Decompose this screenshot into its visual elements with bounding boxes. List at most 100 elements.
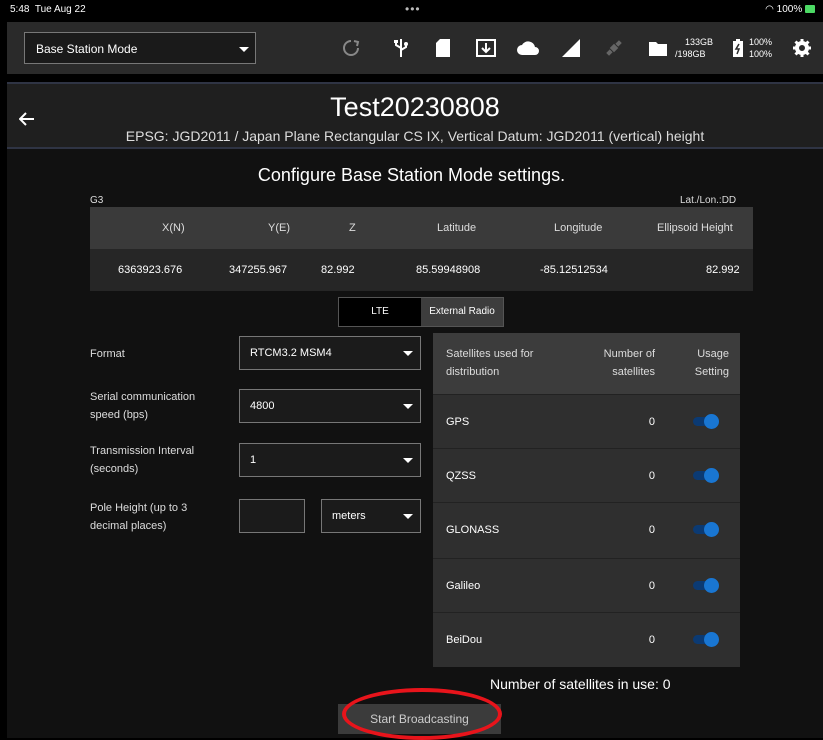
storage-used: 133GB — [685, 37, 714, 47]
toggle-knob — [704, 414, 719, 429]
storage-readout: 133GB /198GB — [675, 36, 713, 60]
battery-percent: 100% — [776, 4, 803, 15]
col-header-usage-line2: Setting — [694, 366, 729, 378]
status-bar: 5:48 Tue Aug 22 ••• ◠ 100% — [0, 0, 823, 22]
cloud-icon[interactable] — [517, 37, 539, 59]
toggle-knob — [704, 578, 719, 593]
satellite-row-gps: GPS 0 — [433, 394, 740, 449]
format-select[interactable]: RTCM3.2 MSM4 — [239, 336, 421, 370]
usage-toggle-beidou[interactable] — [693, 632, 719, 647]
chevron-down-icon — [403, 404, 413, 409]
satellite-name: Galileo — [446, 580, 481, 592]
pole-unit-select[interactable]: meters — [321, 499, 421, 533]
signal-icon — [560, 37, 582, 59]
interval-select[interactable]: 1 — [239, 443, 421, 477]
interval-label-line2: (seconds) — [90, 463, 139, 475]
cell-ellipsoid-height: 82.992 — [706, 264, 740, 276]
satellite-name: GLONASS — [446, 524, 500, 536]
speed-label-line1: Serial communication — [90, 391, 196, 403]
segment-external-radio[interactable]: External Radio — [421, 298, 503, 326]
speed-select[interactable]: 4800 — [239, 389, 421, 423]
pole-unit-value: meters — [332, 510, 366, 522]
satellite-row-glonass: GLONASS 0 — [433, 502, 740, 557]
col-header-number-line1: Number of — [603, 348, 655, 360]
toggle-knob — [704, 632, 719, 647]
satellites-panel: Satellites used for distribution Number … — [433, 333, 740, 667]
col-header-z: Z — [349, 222, 356, 234]
col-header-usage: Usage Setting — [683, 345, 729, 381]
pole-label-line1: Pole Height (up to 3 — [90, 502, 188, 514]
col-header-ellipsoid-height: Ellipsoid Height — [657, 222, 733, 234]
download-box-icon[interactable] — [475, 37, 497, 59]
satellite-name: GPS — [446, 416, 470, 428]
satellite-row-beidou: BeiDou 0 — [433, 612, 740, 667]
interval-select-value: 1 — [250, 454, 257, 466]
status-time: 5:48 — [10, 4, 30, 15]
toggle-knob — [704, 522, 719, 537]
col-header-longitude: Longitude — [554, 222, 603, 234]
format-select-value: RTCM3.2 MSM4 — [250, 347, 332, 359]
grid-label: G3 — [90, 195, 104, 206]
storage-total: /198GB — [675, 49, 706, 59]
chevron-down-icon — [239, 47, 249, 52]
speed-label-line2: speed (bps) — [90, 409, 149, 421]
status-time-date: 5:48 Tue Aug 22 — [10, 4, 86, 15]
status-date: Tue Aug 22 — [34, 4, 86, 15]
format-label: Format — [90, 348, 125, 360]
table-row: 6363923.676 347255.967 82.992 85.5994890… — [90, 249, 753, 291]
satellite-row-galileo: Galileo 0 — [433, 558, 740, 613]
col-header-satellites: Satellites used for distribution — [446, 345, 533, 381]
cell-latitude: 85.59948908 — [416, 264, 481, 276]
usage-toggle-gps[interactable] — [693, 414, 719, 429]
status-right: ◠ 100% — [765, 4, 815, 15]
col-header-latitude: Latitude — [437, 222, 477, 234]
battery-charging-icon — [805, 5, 815, 14]
col-header-satellites-line2: distribution — [446, 366, 500, 378]
page-title: Test20230808 — [330, 92, 500, 122]
col-header-number-line2: satellites — [612, 366, 655, 378]
battery-readout: 100% 100% — [749, 36, 772, 60]
battery-line2: 100% — [749, 49, 773, 59]
interval-label-line1: Transmission Interval — [90, 445, 195, 457]
col-header-ye: Y(E) — [268, 222, 290, 234]
usb-icon[interactable] — [390, 37, 412, 59]
page-header: Test20230808 EPSG: JGD2011 / Japan Plane… — [7, 82, 823, 149]
battery-line1: 100% — [749, 37, 773, 47]
folder-icon[interactable] — [647, 37, 669, 59]
satellite-icon — [603, 37, 625, 59]
satellite-name: BeiDou — [446, 634, 483, 646]
pole-label-line2: decimal places) — [90, 520, 167, 532]
col-header-xn: X(N) — [162, 222, 185, 234]
wifi-icon: ◠ — [765, 4, 774, 15]
transport-toggle: LTE External Radio — [338, 297, 504, 327]
mode-select[interactable]: Base Station Mode — [24, 32, 256, 64]
page-subtitle: EPSG: JGD2011 / Japan Plane Rectangular … — [125, 128, 705, 144]
satellite-count: 0 — [648, 580, 655, 592]
satellite-count: 0 — [648, 416, 655, 428]
usage-toggle-galileo[interactable] — [693, 578, 719, 593]
refresh-icon[interactable] — [340, 37, 362, 59]
col-header-number: Number of satellites — [593, 345, 655, 381]
satellite-name: QZSS — [446, 470, 476, 482]
interval-label: Transmission Interval (seconds) — [90, 442, 194, 478]
cell-longitude: -85.12512534 — [540, 264, 608, 276]
usage-toggle-qzss[interactable] — [693, 468, 719, 483]
pole-height-input[interactable] — [239, 499, 305, 533]
segment-lte[interactable]: LTE — [339, 298, 421, 326]
satellite-count: 0 — [648, 470, 655, 482]
satellites-table-header: Satellites used for distribution Number … — [433, 333, 740, 394]
satellite-row-qzss: QZSS 0 — [433, 448, 740, 503]
chevron-down-icon — [403, 514, 413, 519]
app-toolbar: Base Station Mode 133GB /198GB 100% 100% — [7, 22, 823, 74]
chevron-down-icon — [403, 351, 413, 356]
cell-xn: 6363923.676 — [118, 264, 183, 276]
latlon-format[interactable]: Lat./Lon.:DD — [680, 195, 736, 206]
sd-card-icon[interactable] — [432, 37, 454, 59]
usage-toggle-glonass[interactable] — [693, 522, 719, 537]
speed-select-value: 4800 — [250, 400, 275, 412]
chevron-down-icon — [403, 458, 413, 463]
multitask-dots[interactable]: ••• — [405, 2, 421, 16]
gear-icon[interactable] — [791, 37, 813, 59]
mode-select-value: Base Station Mode — [36, 42, 138, 56]
pole-height-label: Pole Height (up to 3 decimal places) — [90, 499, 187, 535]
